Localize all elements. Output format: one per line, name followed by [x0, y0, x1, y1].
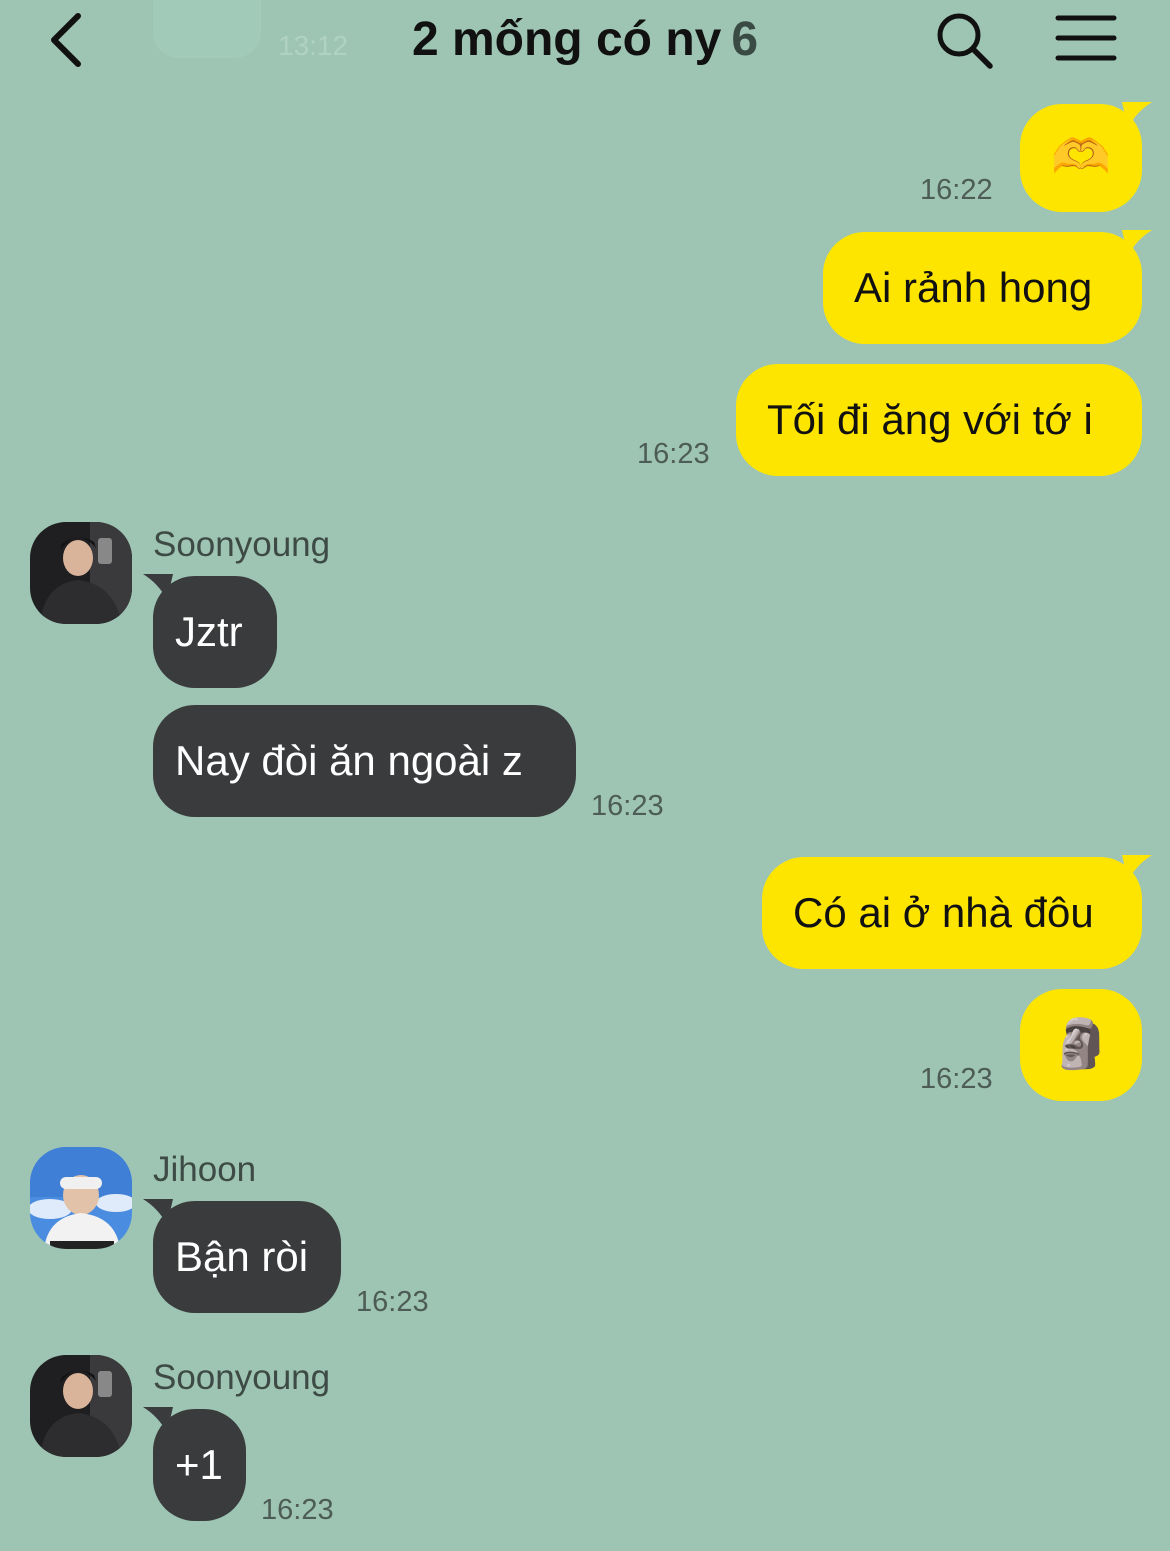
my-message-bubble[interactable]: Tối đi ăng với tớ i: [736, 364, 1142, 476]
my-message-bubble[interactable]: Có ai ở nhà đôu: [762, 855, 1152, 969]
sender-name: Soonyoung: [153, 525, 331, 564]
bubble-tail: [1122, 230, 1152, 256]
previous-avatar-peek: [153, 0, 261, 58]
message-time: 16:23: [261, 1494, 334, 1526]
chat-title: 2 mống có ny 6: [260, 10, 910, 70]
back-button[interactable]: [40, 10, 96, 70]
search-icon: [937, 13, 993, 69]
message-text: Ai rảnh hong: [854, 264, 1093, 311]
message-time: 16:22: [920, 174, 993, 206]
message-text: Tối đi ăng với tớ i: [767, 396, 1093, 443]
message-text: Jztr: [175, 608, 243, 655]
other-message-bubble[interactable]: Nay đòi ăn ngoài z: [153, 705, 576, 817]
avatar-soonyoung[interactable]: [30, 522, 132, 624]
hamburger-menu-icon: [1055, 15, 1117, 61]
other-message-bubble[interactable]: Bận ròi: [143, 1199, 341, 1313]
bubble-tail: [1122, 855, 1152, 881]
bubble-tail: [143, 574, 173, 600]
message-time: 16:23: [637, 438, 710, 470]
search-button[interactable]: [932, 8, 996, 72]
other-message-bubble[interactable]: +1: [143, 1407, 246, 1521]
message-time: 16:23: [356, 1286, 429, 1318]
profile-photo: [30, 522, 132, 624]
message-emoji: 🫶: [1051, 131, 1111, 184]
sender-name: Jihoon: [153, 1150, 257, 1189]
my-message-bubble[interactable]: Ai rảnh hong: [823, 230, 1152, 344]
message-text: +1: [175, 1441, 223, 1488]
message-text: Có ai ở nhà đôu: [793, 889, 1094, 936]
sender-name: Soonyoung: [153, 1358, 331, 1397]
other-message-bubble[interactable]: Jztr: [143, 574, 277, 688]
member-count: 6: [731, 13, 759, 66]
bubble-tail: [143, 1199, 173, 1225]
my-message-bubble[interactable]: 🫶: [1020, 102, 1152, 212]
bubble-tail: [143, 1407, 173, 1433]
message-time: 16:23: [920, 1063, 993, 1095]
message-time: 16:23: [591, 790, 664, 822]
avatar-jihoon[interactable]: [30, 1147, 132, 1249]
profile-photo: [30, 1147, 132, 1249]
message-text: Bận ròi: [175, 1233, 309, 1280]
avatar-soonyoung[interactable]: [30, 1355, 132, 1457]
bubble-tail: [1122, 102, 1152, 128]
message-emoji: 🗿: [1051, 1018, 1111, 1071]
chevron-left-icon: [51, 13, 81, 67]
chat-header: 13:12 2 mống có ny 6: [0, 0, 1170, 86]
profile-photo: [30, 1355, 132, 1457]
my-message-bubble[interactable]: 🗿: [1020, 989, 1142, 1101]
menu-button[interactable]: [1052, 8, 1120, 72]
chat-name: 2 mống có ny: [411, 13, 722, 66]
message-text: Nay đòi ăn ngoài z: [175, 737, 523, 784]
